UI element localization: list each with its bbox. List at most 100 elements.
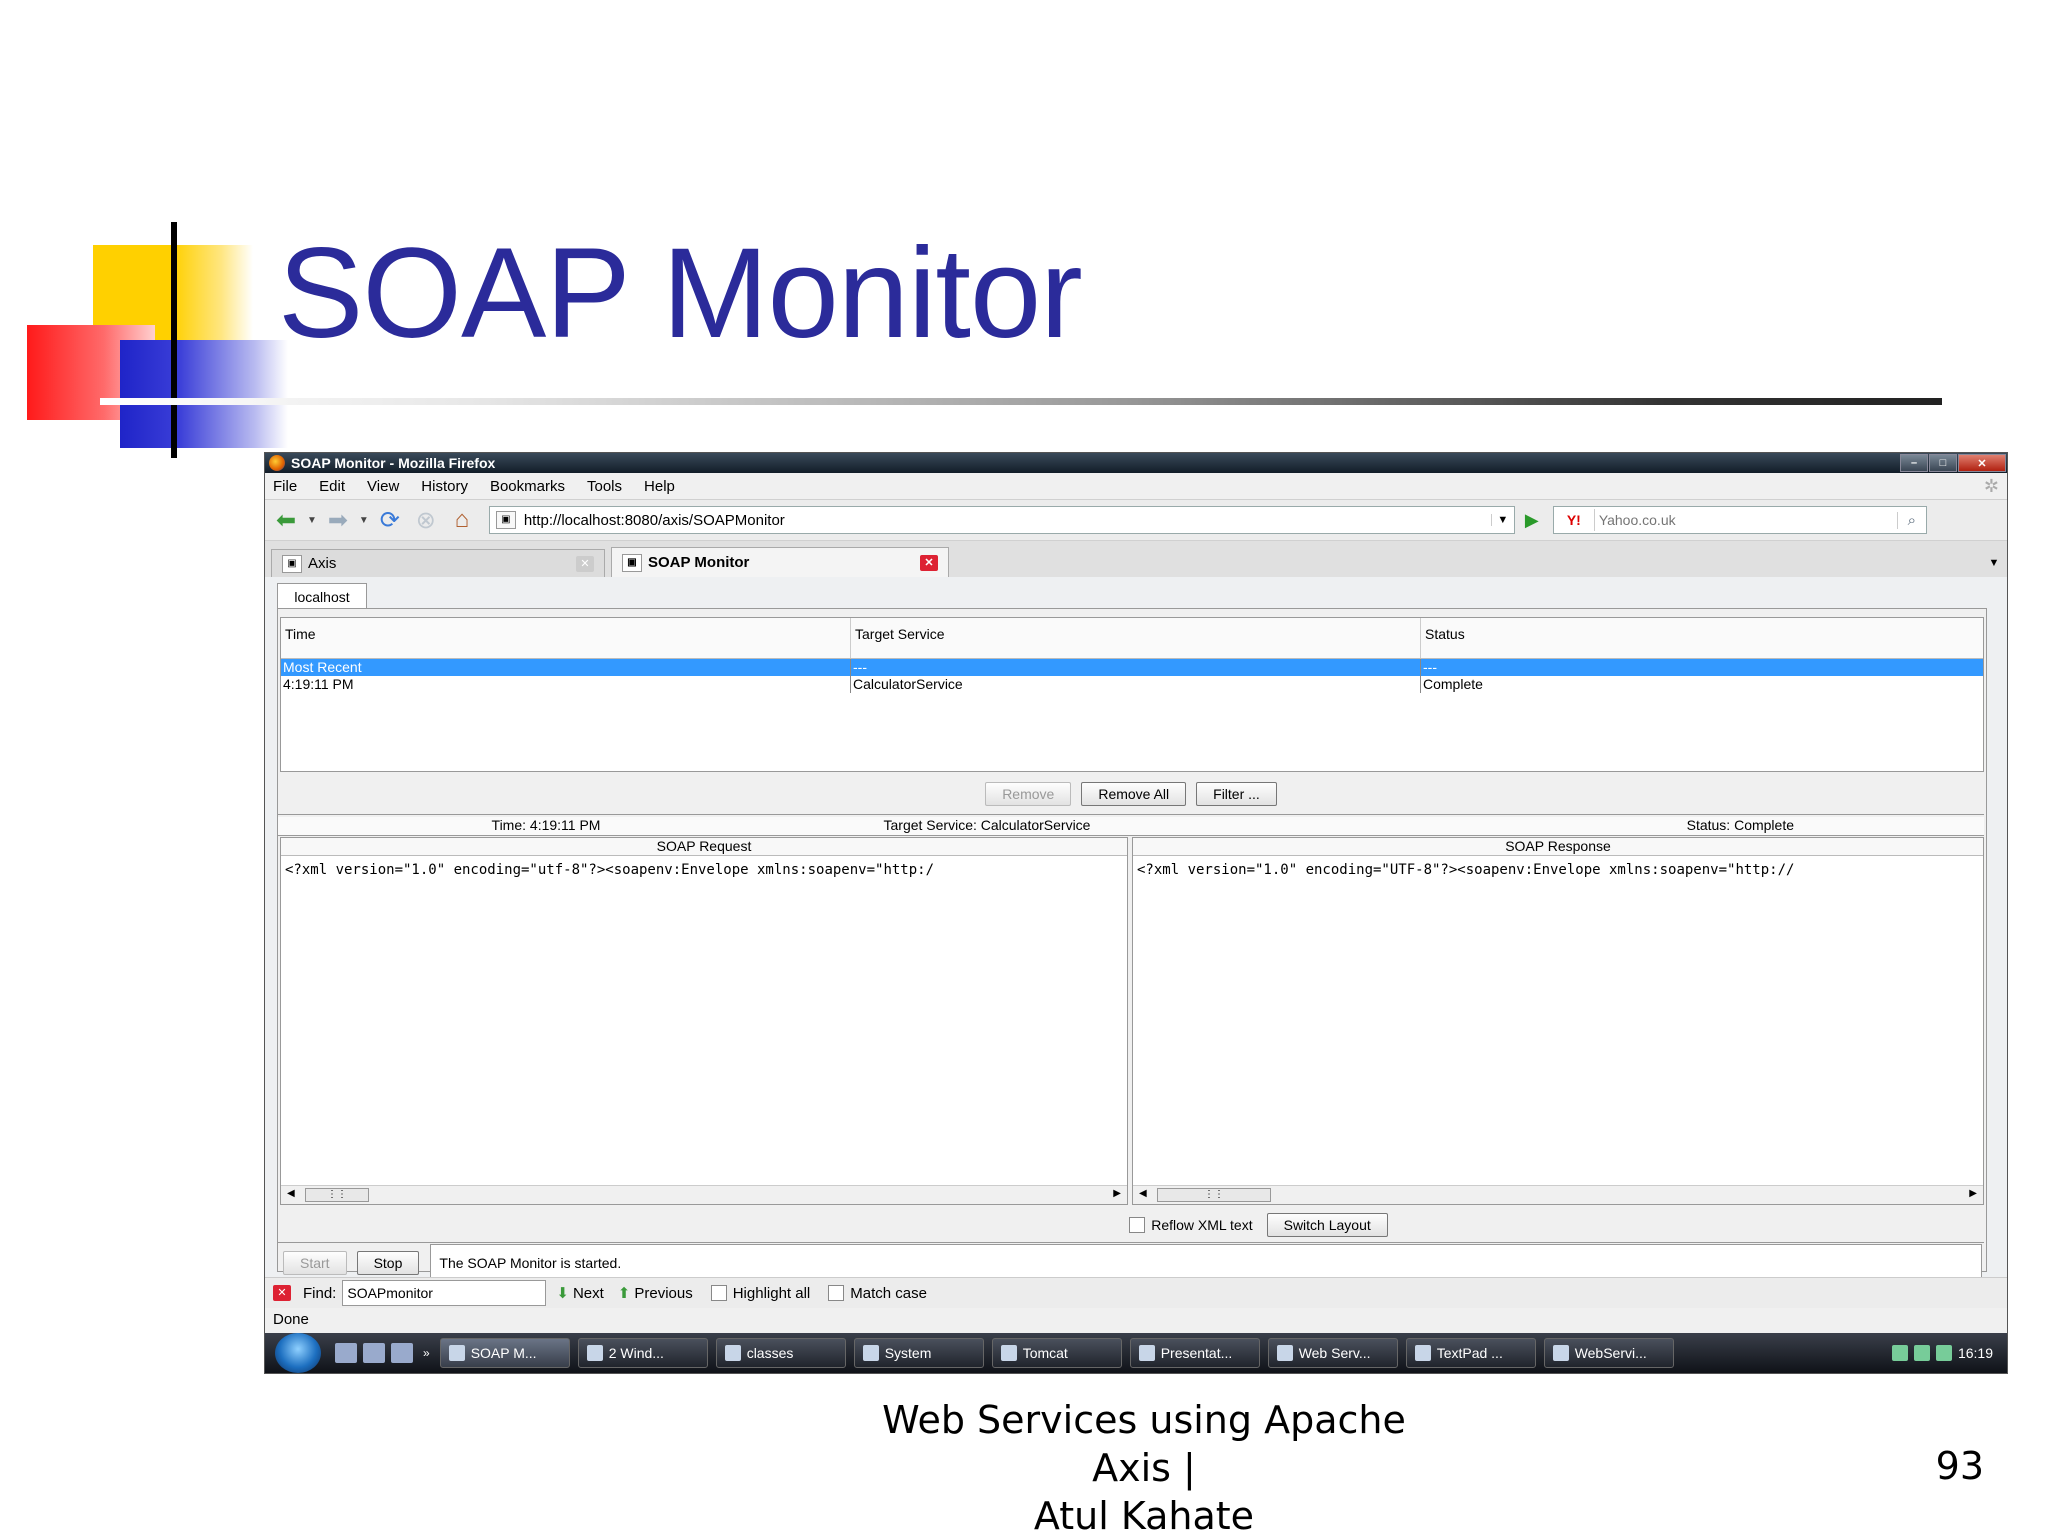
info-target-service: Target Service: CalculatorService xyxy=(883,817,1091,833)
soap-response-text[interactable]: <?xml version="1.0" encoding="UTF-8"?><s… xyxy=(1133,856,1983,884)
tab-bar: ▣ Axis ✕ ▣ SOAP Monitor ✕ ▼ xyxy=(265,541,2007,578)
reload-icon[interactable]: ⟳ xyxy=(375,506,405,535)
close-window-button[interactable]: ✕ xyxy=(1958,454,2006,472)
column-header-target-service[interactable]: Target Service xyxy=(851,618,1421,658)
taskbar-item-command-windows[interactable]: 2 Wind... xyxy=(577,1338,708,1368)
taskbar-item-classes[interactable]: classes xyxy=(715,1338,846,1368)
search-magnifier-icon[interactable]: ⌕ xyxy=(1896,511,1926,529)
scroll-left-icon[interactable]: ◀ xyxy=(1139,1188,1147,1199)
go-arrow-icon[interactable]: ▶ xyxy=(1519,507,1545,533)
quicklaunch-chevron[interactable]: » xyxy=(423,1346,430,1360)
host-tab-localhost[interactable]: localhost xyxy=(277,583,367,609)
search-input[interactable] xyxy=(1594,511,1897,529)
table-row[interactable]: Most Recent --- --- xyxy=(281,659,1983,676)
horizontal-scrollbar[interactable]: ◀ ⋮⋮ ▶ xyxy=(1133,1185,1983,1204)
match-case-checkbox[interactable] xyxy=(828,1285,845,1301)
menu-file[interactable]: File xyxy=(273,478,297,495)
home-icon[interactable]: ⌂ xyxy=(447,506,477,534)
taskbar-item-webservices-doc[interactable]: WebServi... xyxy=(1543,1338,1674,1368)
soap-request-text[interactable]: <?xml version="1.0" encoding="utf-8"?><s… xyxy=(281,856,1127,884)
url-text[interactable]: http://localhost:8080/axis/SOAPMonitor xyxy=(524,512,1491,529)
scrollbar-thumb[interactable]: ⋮⋮ xyxy=(305,1188,369,1202)
forward-history-dropdown-icon[interactable]: ▼ xyxy=(359,515,369,526)
taskbar-item-label: Tomcat xyxy=(1022,1345,1068,1361)
find-previous-button[interactable]: Previous xyxy=(634,1285,692,1302)
scroll-left-icon[interactable]: ◀ xyxy=(287,1188,295,1199)
show-desktop-icon[interactable] xyxy=(335,1343,357,1363)
highlight-all-label[interactable]: Highlight all xyxy=(733,1285,811,1302)
forward-arrow-icon[interactable]: ➡ xyxy=(323,506,353,535)
switch-layout-button[interactable]: Switch Layout xyxy=(1266,1212,1388,1237)
tab-axis[interactable]: ▣ Axis ✕ xyxy=(271,549,605,577)
menu-view[interactable]: View xyxy=(367,478,399,495)
find-label: Find: xyxy=(303,1284,337,1302)
url-bar[interactable]: ▣ http://localhost:8080/axis/SOAPMonitor… xyxy=(488,506,1515,534)
scrollbar-thumb[interactable]: ⋮⋮ xyxy=(1157,1188,1271,1202)
taskbar-item-label: WebServi... xyxy=(1574,1345,1647,1361)
menu-bar: File Edit View History Bookmarks Tools H… xyxy=(265,473,2007,500)
taskbar-item-web-services[interactable]: Web Serv... xyxy=(1267,1338,1398,1368)
cell-status: Complete xyxy=(1423,676,1483,692)
find-input[interactable] xyxy=(342,1280,547,1306)
highlight-all-checkbox[interactable] xyxy=(710,1285,727,1301)
yahoo-engine-icon[interactable]: Y! xyxy=(1554,509,1595,531)
url-dropdown-icon[interactable]: ▼ xyxy=(1490,514,1514,526)
back-history-dropdown-icon[interactable]: ▼ xyxy=(307,515,317,526)
page-content: localhost Time Target Service Status Mos… xyxy=(265,577,2007,1282)
stop-icon[interactable]: ⊗ xyxy=(411,506,441,535)
volume-icon[interactable] xyxy=(1913,1345,1930,1361)
match-case-label[interactable]: Match case xyxy=(850,1285,927,1302)
taskbar-item-label: 2 Wind... xyxy=(608,1345,664,1361)
taskbar-item-label: TextPad ... xyxy=(1436,1345,1503,1361)
start-button[interactable] xyxy=(275,1333,321,1373)
taskbar-item-tomcat[interactable]: Tomcat xyxy=(991,1338,1122,1368)
cell-service: --- xyxy=(851,659,1421,676)
next-arrow-icon[interactable]: ⬇ xyxy=(556,1284,569,1302)
back-arrow-icon[interactable]: ⬅ xyxy=(271,506,301,535)
previous-arrow-icon[interactable]: ⬆ xyxy=(618,1284,631,1302)
scroll-right-icon[interactable]: ▶ xyxy=(1113,1188,1121,1199)
reflow-xml-checkbox[interactable] xyxy=(1129,1216,1146,1233)
find-next-button[interactable]: Next xyxy=(573,1285,604,1302)
menu-history[interactable]: History xyxy=(421,478,468,495)
close-findbar-icon[interactable]: ✕ xyxy=(273,1285,291,1301)
power-icon[interactable] xyxy=(1935,1345,1952,1361)
stop-button[interactable]: Stop xyxy=(356,1251,420,1275)
table-row[interactable]: 4:19:11 PM CalculatorService Complete xyxy=(281,676,1983,693)
soap-response-pane: SOAP Response <?xml version="1.0" encodi… xyxy=(1132,837,1984,1205)
clock[interactable]: 16:19 xyxy=(1958,1345,1993,1361)
network-icon[interactable] xyxy=(1891,1345,1908,1361)
column-header-status[interactable]: Status xyxy=(1421,618,1983,658)
internet-explorer-icon[interactable] xyxy=(391,1343,413,1363)
remove-all-button[interactable]: Remove All xyxy=(1081,782,1187,806)
tab-soap-monitor[interactable]: ▣ SOAP Monitor ✕ xyxy=(611,547,949,577)
horizontal-scrollbar[interactable]: ◀ ⋮⋮ ▶ xyxy=(281,1185,1127,1204)
powerpoint-icon xyxy=(1138,1345,1155,1361)
taskbar-item-textpad[interactable]: TextPad ... xyxy=(1405,1338,1536,1368)
table-header: Time Target Service Status xyxy=(281,618,1983,659)
menu-edit[interactable]: Edit xyxy=(319,478,345,495)
column-header-time[interactable]: Time xyxy=(281,618,851,658)
close-tab-icon[interactable]: ✕ xyxy=(920,554,938,571)
menu-bookmarks[interactable]: Bookmarks xyxy=(490,478,565,495)
taskbar-item-system[interactable]: System xyxy=(853,1338,984,1368)
console-icon xyxy=(586,1345,603,1361)
taskbar-item-presentation[interactable]: Presentat... xyxy=(1129,1338,1260,1368)
taskbar-item-soap-monitor[interactable]: SOAP M... xyxy=(439,1338,570,1368)
menu-help[interactable]: Help xyxy=(644,478,675,495)
taskbar-item-label: Presentat... xyxy=(1160,1345,1233,1361)
menu-tools[interactable]: Tools xyxy=(587,478,622,495)
search-box[interactable]: Y! ⌕ xyxy=(1552,506,1927,534)
start-button[interactable]: Start xyxy=(283,1251,347,1275)
switch-windows-icon[interactable] xyxy=(363,1343,385,1363)
maximize-button[interactable]: □ xyxy=(1929,454,1957,472)
taskbar-item-label: SOAP M... xyxy=(470,1345,537,1361)
scroll-right-icon[interactable]: ▶ xyxy=(1969,1188,1977,1199)
filter-button[interactable]: Filter ... xyxy=(1196,782,1277,806)
info-time: Time: 4:19:11 PM xyxy=(491,817,601,833)
tab-list-dropdown-icon[interactable]: ▼ xyxy=(1981,557,2007,569)
remove-button[interactable]: Remove xyxy=(985,782,1072,806)
close-tab-icon[interactable]: ✕ xyxy=(576,555,594,572)
soap-response-header: SOAP Response xyxy=(1133,838,1983,856)
minimize-button[interactable]: – xyxy=(1900,454,1928,472)
